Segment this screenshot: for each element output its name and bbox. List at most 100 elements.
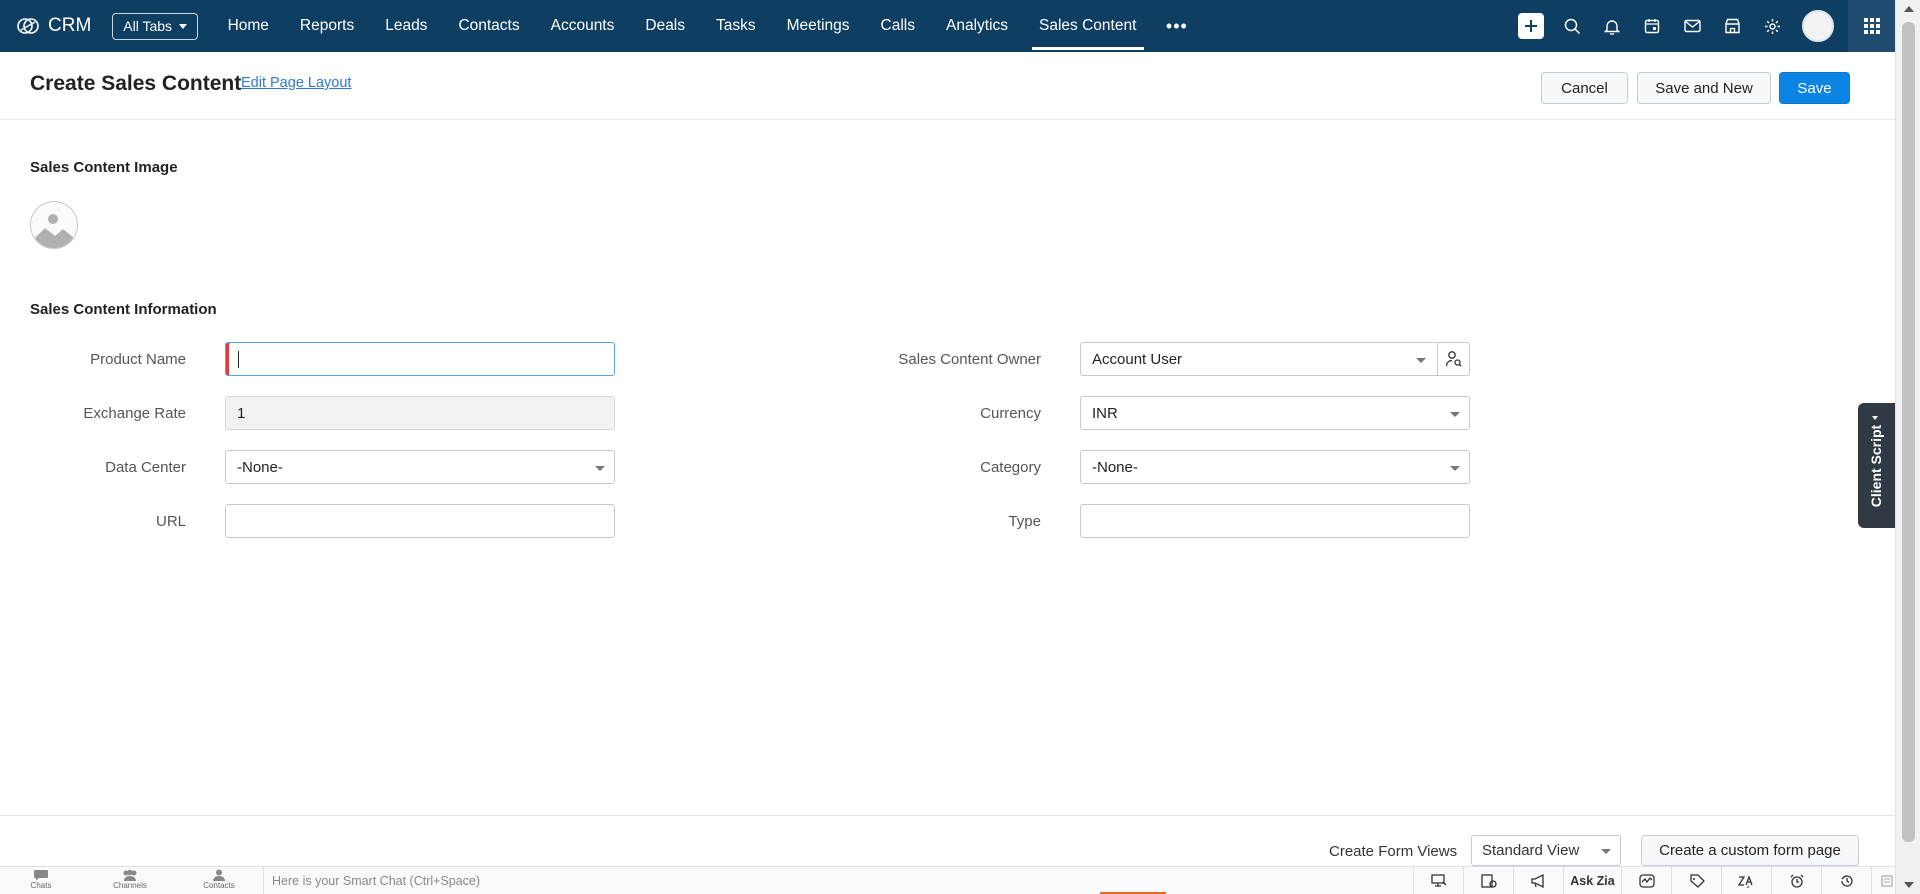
calendar-icon (1644, 19, 1660, 34)
client-script-tab[interactable]: Client Script (1858, 403, 1895, 528)
page-header: Create Sales Content Edit Page Layout Ca… (0, 52, 1895, 120)
bell-icon (1604, 19, 1620, 35)
tab-calls[interactable]: Calls (865, 0, 930, 52)
type-input[interactable] (1080, 504, 1470, 538)
text-cursor (238, 350, 239, 368)
gear-icon (1764, 18, 1780, 34)
signals-button[interactable] (1621, 867, 1671, 894)
chevron-down-icon (1601, 849, 1611, 854)
user-lookup-button[interactable] (1437, 343, 1469, 375)
monitor-icon (1430, 873, 1446, 887)
scroll-up-arrow-icon[interactable] (1904, 6, 1914, 12)
zia-voice-button[interactable] (1721, 867, 1771, 894)
more-tabs-button[interactable]: ••• (1152, 16, 1202, 37)
create-custom-form-page-button[interactable]: Create a custom form page (1641, 835, 1859, 866)
form-view-select[interactable]: Standard View (1471, 835, 1621, 866)
marketplace-button[interactable] (1712, 0, 1752, 52)
edit-page-layout-link[interactable]: Edit Page Layout (241, 75, 351, 91)
record-button[interactable] (1463, 867, 1513, 894)
category-select[interactable]: -None- (1080, 450, 1470, 484)
top-navigation-bar: CRM All Tabs Home Reports Leads Contacts… (0, 0, 1895, 52)
tab-reports[interactable]: Reports (284, 0, 369, 52)
form-footer: Create Form Views Standard View Create a… (0, 815, 1895, 867)
module-tabs: Home Reports Leads Contacts Accounts Dea… (212, 0, 1202, 52)
tab-contacts[interactable]: Contacts (443, 0, 535, 52)
all-tabs-dropdown[interactable]: All Tabs (112, 12, 199, 40)
cancel-button[interactable]: Cancel (1541, 72, 1628, 104)
announcements-button[interactable] (1513, 867, 1563, 894)
chevron-down-icon (1416, 358, 1426, 363)
tab-accounts[interactable]: Accounts (535, 0, 630, 52)
brand[interactable]: CRM (16, 14, 91, 38)
settings-button[interactable] (1752, 0, 1792, 52)
plus-icon (1525, 20, 1537, 32)
ask-zia-button[interactable]: Ask Zia (1563, 867, 1621, 894)
tab-deals[interactable]: Deals (630, 0, 701, 52)
all-tabs-label: All Tabs (123, 18, 173, 34)
recent-items-button[interactable] (1671, 867, 1721, 894)
contacts-button[interactable]: Contacts (184, 869, 254, 893)
url-label: URL (155, 513, 186, 530)
apps-menu-button[interactable] (1848, 0, 1895, 52)
data-center-label: Data Center (105, 459, 186, 476)
data-center-select[interactable]: -None- (225, 450, 615, 484)
person-icon (213, 869, 225, 881)
save-button[interactable]: Save (1779, 72, 1850, 104)
mail-button[interactable] (1672, 0, 1712, 52)
chevron-down-icon (595, 466, 605, 471)
chat-bubble-icon (34, 870, 48, 881)
scroll-down-arrow-icon[interactable] (1904, 882, 1914, 888)
user-avatar[interactable] (1802, 10, 1834, 42)
alarm-clock-icon (1790, 874, 1803, 888)
exchange-rate-label: Exchange Rate (83, 405, 186, 422)
section-title-information: Sales Content Information (30, 301, 217, 318)
store-icon (1724, 18, 1740, 34)
tab-leads[interactable]: Leads (370, 0, 443, 52)
sales-content-image-upload[interactable] (30, 201, 78, 249)
user-search-icon (1445, 351, 1462, 367)
scroll-thumb[interactable] (1902, 22, 1915, 842)
channels-button[interactable]: Channels (95, 869, 165, 893)
tab-tasks[interactable]: Tasks (701, 0, 772, 52)
tab-home[interactable]: Home (212, 0, 284, 52)
chats-button[interactable]: Chats (6, 869, 76, 893)
search-button[interactable] (1552, 0, 1592, 52)
tab-analytics[interactable]: Analytics (931, 0, 1024, 52)
smart-chat-input[interactable]: Here is your Smart Chat (Ctrl+Space) (263, 867, 1413, 894)
document-record-icon (1480, 873, 1497, 888)
section-title-image: Sales Content Image (30, 159, 178, 176)
sales-content-owner-select[interactable]: Account User (1080, 342, 1470, 376)
chevron-left-icon (1872, 416, 1878, 420)
product-name-input[interactable] (225, 342, 615, 376)
page-scrollbar[interactable] (1895, 0, 1920, 894)
remote-support-button[interactable] (1413, 867, 1463, 894)
tab-meetings[interactable]: Meetings (771, 0, 865, 52)
create-form-views-label: Create Form Views (1329, 843, 1458, 860)
notifications-button[interactable] (1592, 0, 1632, 52)
type-label: Type (1008, 513, 1041, 530)
bottom-toolbar: Ask Zia (1413, 867, 1901, 894)
calendar-button[interactable] (1632, 0, 1672, 52)
mail-icon (1683, 19, 1701, 33)
search-icon (1564, 18, 1580, 34)
top-toolbar (1518, 0, 1895, 52)
client-script-label: Client Script (1868, 424, 1885, 507)
product-name-label: Product Name (90, 351, 186, 368)
history-button[interactable] (1821, 867, 1871, 894)
tag-icon (1689, 873, 1705, 888)
quick-create-button[interactable] (1518, 13, 1544, 39)
page-title: Create Sales Content (30, 72, 242, 95)
currency-select[interactable]: INR (1080, 396, 1470, 430)
currency-label: Currency (980, 405, 1041, 422)
sales-content-owner-label: Sales Content Owner (898, 351, 1041, 368)
reminders-button[interactable] (1771, 867, 1821, 894)
megaphone-icon (1530, 873, 1544, 888)
exchange-rate-field: 1 (225, 396, 615, 430)
url-input[interactable] (225, 504, 615, 538)
notes-icon (1880, 874, 1893, 887)
save-and-new-button[interactable]: Save and New (1637, 72, 1771, 104)
image-placeholder-icon (31, 214, 77, 248)
tab-sales-content[interactable]: Sales Content (1024, 0, 1152, 52)
category-label: Category (980, 459, 1041, 476)
chevron-down-icon (1450, 466, 1460, 471)
